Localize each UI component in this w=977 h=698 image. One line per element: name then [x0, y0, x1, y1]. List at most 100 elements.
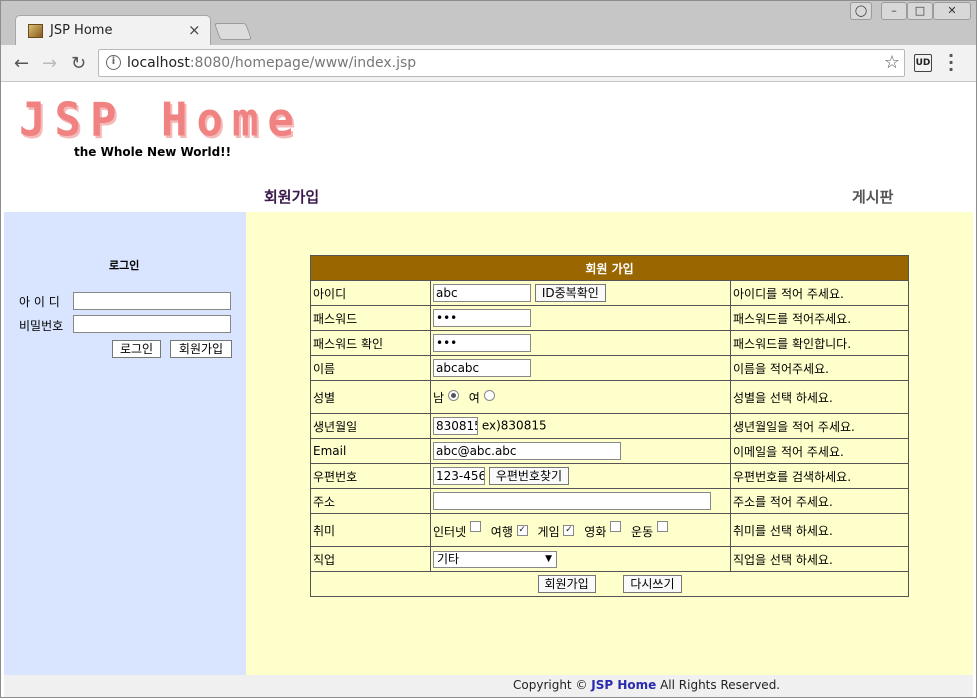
login-password-input[interactable] [73, 315, 231, 333]
name-field-label: 이름 [310, 355, 431, 381]
minimize-icon[interactable]: – [881, 2, 907, 20]
window-close-icon[interactable]: ✕ [933, 2, 971, 20]
address-field[interactable] [433, 492, 711, 510]
table-row: 아이디 abc ID중복확인 아이디를 적어 주세요. [310, 280, 909, 306]
tab-close-icon[interactable]: × [188, 21, 201, 39]
footer: Copyright © JSP Home All Rights Reserved… [4, 675, 973, 697]
hobby-label-travel: 여행 [490, 524, 513, 539]
password-help: 패스워드를 적어주세요. [730, 305, 909, 331]
password-field[interactable]: ••• [433, 309, 531, 327]
nav-board-link[interactable]: 게시판 [852, 186, 893, 207]
password-confirm-help: 패스워드를 확인합니다. [730, 330, 909, 356]
tab-title: JSP Home [50, 23, 113, 38]
table-row: 취미 인터넷 여행 ✓ 게임 ✓ 영화 운동 취미를 선택 하세요. [310, 513, 909, 547]
address-field-label: 주소 [310, 488, 431, 514]
web-page: JSP Home the Whole New World!! 회원가입 게시판 … [4, 83, 973, 697]
browser-toolbar: ← → ↻ i localhost:8080/homepage/www/inde… [1, 45, 976, 82]
gender-male-radio[interactable] [447, 389, 459, 401]
hobby-help: 취미를 선택 하세요. [730, 513, 909, 547]
job-help: 직업을 선택 하세요. [730, 546, 909, 572]
table-row: 이름 abcabc 이름을 적어주세요. [310, 355, 909, 381]
login-title: 로그인 [109, 259, 140, 272]
name-field[interactable]: abcabc [433, 359, 531, 377]
reload-icon[interactable]: ↻ [71, 53, 86, 74]
table-row: 직업 기타 ▼ 직업을 선택 하세요. [310, 546, 909, 572]
password-confirm-label: 패스워드 확인 [310, 330, 431, 356]
site-logo[interactable]: JSP Home [19, 94, 303, 148]
address-help: 주소를 적어 주세요. [730, 488, 909, 514]
signup-form-table: 회원 가입 아이디 abc ID중복확인 아이디를 적어 주세요. 패스워드 •… [310, 255, 909, 597]
maximize-icon[interactable]: □ [907, 2, 933, 20]
login-sidebar: 로그인 아 이 디 비밀번호 로그인 회원가입 [4, 212, 246, 675]
user-icon[interactable]: ◯ [850, 2, 872, 20]
address-bar[interactable]: i localhost:8080/homepage/www/index.jsp … [98, 49, 905, 77]
info-icon[interactable]: i [106, 55, 121, 70]
table-row: 주소 주소를 적어 주세요. [310, 488, 909, 514]
email-help: 이메일을 적어 주세요. [730, 438, 909, 464]
menu-icon[interactable]: · · · [948, 48, 954, 78]
table-row: 생년월일 830815 ex)830815 생년월일을 적어 주세요. [310, 413, 909, 439]
bookmark-star-icon[interactable]: ☆ [884, 52, 900, 73]
table-row: 패스워드 ••• 패스워드를 적어주세요. [310, 305, 909, 331]
extension-icon[interactable]: UD [914, 54, 932, 72]
password-label: 비밀번호 [19, 319, 64, 333]
table-row: 우편번호 123-456 우편번호찾기 우편번호를 검색하세요. [310, 463, 909, 489]
gender-field-label: 성별 [310, 380, 431, 414]
sidebar-join-button[interactable]: 회원가입 [170, 340, 232, 358]
url-path: :8080/homepage/www/index.jsp [189, 55, 417, 71]
id-check-button[interactable]: ID중복확인 [534, 284, 606, 302]
submit-button[interactable]: 회원가입 [537, 575, 596, 593]
table-row: Email abc@abc.abc 이메일을 적어 주세요. [310, 438, 909, 464]
hobby-checkbox-movie[interactable] [610, 520, 622, 532]
id-help: 아이디를 적어 주세요. [730, 280, 909, 306]
zip-search-button[interactable]: 우편번호찾기 [488, 467, 570, 485]
gender-female-label: 여 [468, 390, 480, 405]
birth-field-label: 생년월일 [310, 413, 431, 439]
job-field-label: 직업 [310, 546, 431, 572]
url-host: localhost [127, 55, 190, 71]
login-id-input[interactable] [73, 292, 231, 310]
forward-arrow-icon[interactable]: → [42, 53, 57, 74]
tab-strip: JSP Home × ◯ – □ ✕ [1, 1, 976, 46]
password-confirm-field[interactable]: ••• [433, 334, 531, 352]
hobby-label-game: 게임 [537, 524, 560, 539]
hobby-field-label: 취미 [310, 513, 431, 547]
hobby-checkbox-travel[interactable]: ✓ [516, 524, 528, 536]
main-content: 회원 가입 아이디 abc ID중복확인 아이디를 적어 주세요. 패스워드 •… [246, 212, 973, 675]
form-buttons-row: 회원가입 다시쓰기 [310, 571, 909, 597]
zip-field-label: 우편번호 [310, 463, 431, 489]
back-arrow-icon[interactable]: ← [14, 53, 29, 74]
job-select-value: 기타 [437, 551, 460, 566]
job-select[interactable]: 기타 ▼ [433, 550, 557, 568]
hobby-label-internet: 인터넷 [433, 524, 467, 539]
email-field[interactable]: abc@abc.abc [433, 442, 621, 460]
id-field[interactable]: abc [433, 284, 531, 302]
footer-copyright: Copyright © JSP Home All Rights Reserved… [513, 678, 780, 692]
birth-field[interactable]: 830815 [433, 417, 478, 435]
browser-tab[interactable]: JSP Home × [15, 15, 211, 46]
gender-female-radio[interactable] [483, 389, 495, 401]
gender-male-label: 남 [433, 390, 445, 405]
hobby-label-sports: 운동 [631, 524, 654, 539]
hobby-checkbox-internet[interactable] [469, 520, 481, 532]
form-title: 회원 가입 [310, 255, 909, 281]
browser-window: JSP Home × ◯ – □ ✕ ← → ↻ i localhost:808… [0, 0, 977, 698]
new-tab-button[interactable] [213, 23, 253, 40]
password-field-label: 패스워드 [310, 305, 431, 331]
name-help: 이름을 적어주세요. [730, 355, 909, 381]
birth-example: ex)830815 [481, 418, 547, 433]
url-text[interactable]: localhost:8080/homepage/www/index.jsp [127, 55, 416, 71]
zip-field[interactable]: 123-456 [433, 467, 485, 485]
reset-button[interactable]: 다시쓰기 [623, 575, 682, 593]
nav-join-link[interactable]: 회원가입 [264, 186, 319, 207]
id-field-label: 아이디 [310, 280, 431, 306]
favicon-icon [28, 24, 43, 38]
gender-help: 성별을 선택 하세요. [730, 380, 909, 414]
dropdown-arrow-icon: ▼ [545, 553, 552, 564]
hobby-label-movie: 영화 [584, 524, 607, 539]
birth-help: 생년월일을 적어 주세요. [730, 413, 909, 439]
footer-suffix: All Rights Reserved. [656, 678, 781, 692]
login-button[interactable]: 로그인 [112, 340, 161, 358]
hobby-checkbox-sports[interactable] [656, 520, 668, 532]
hobby-checkbox-game[interactable]: ✓ [563, 524, 575, 536]
